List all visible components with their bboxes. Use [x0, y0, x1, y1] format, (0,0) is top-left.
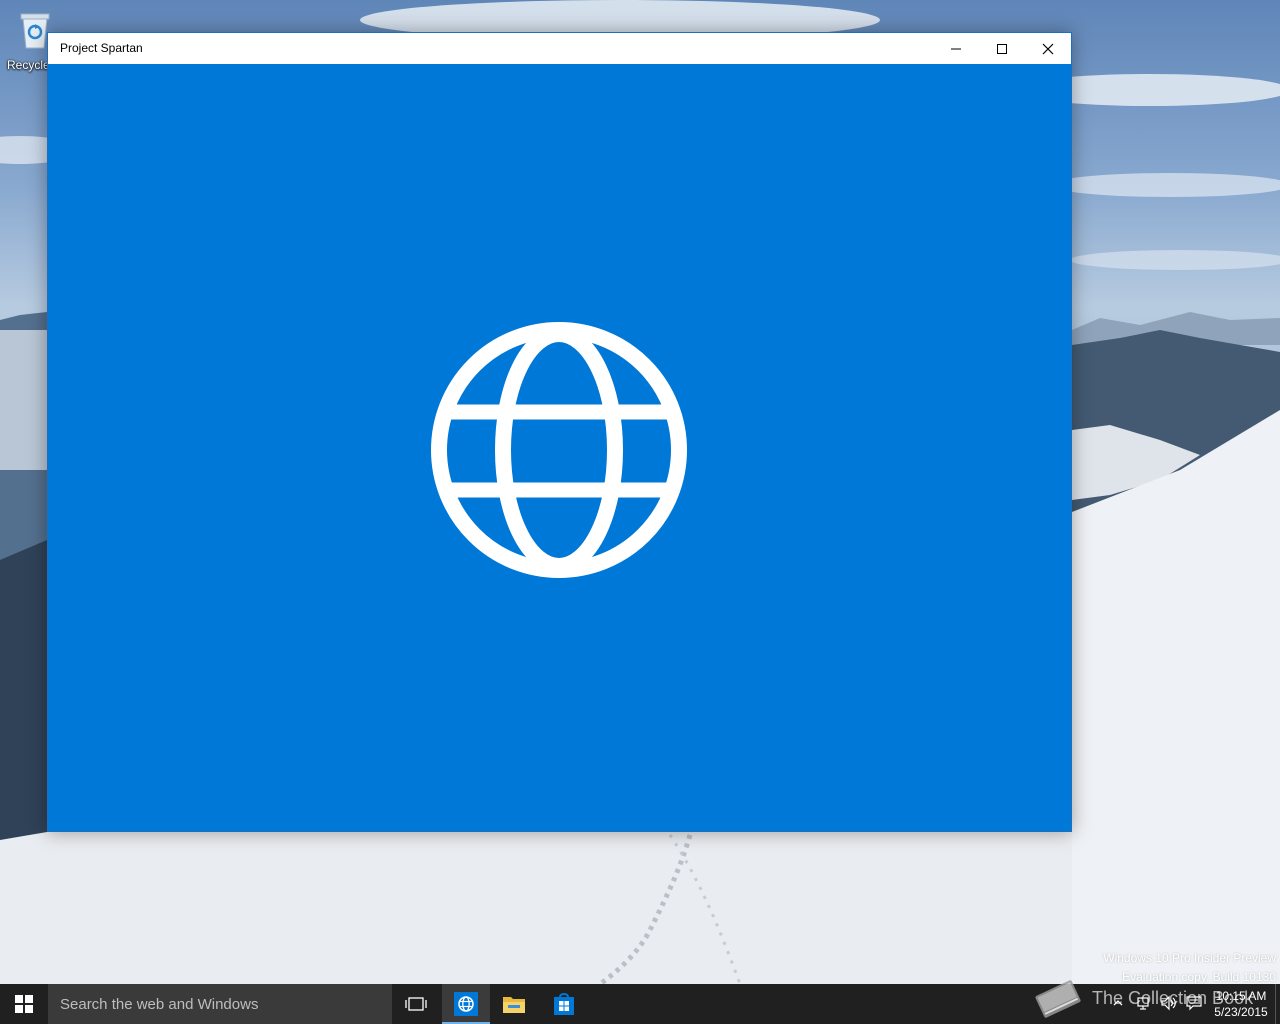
desktop: Recycle Project Spartan Windows 10 Pro I…: [0, 0, 1280, 1024]
clock-time: 10:15 AM: [1215, 989, 1267, 1003]
search-input[interactable]: [48, 984, 392, 1024]
minimize-button[interactable]: [933, 33, 979, 64]
book-logo-icon: [1035, 980, 1081, 1018]
close-icon: [1042, 43, 1054, 54]
close-button[interactable]: [1025, 33, 1071, 64]
app-window: Project Spartan: [47, 32, 1072, 832]
start-button[interactable]: [0, 984, 48, 1024]
splash-screen: [48, 64, 1071, 831]
taskbar-app-store[interactable]: [540, 984, 588, 1024]
taskbar-app-project-spartan[interactable]: [442, 984, 490, 1024]
taskbar: [0, 984, 1280, 1024]
os-watermark: Windows 10 Pro Insider Preview Evaluatio…: [1103, 949, 1276, 987]
show-desktop-button[interactable]: [1275, 984, 1280, 1024]
title-bar[interactable]: Project Spartan: [48, 33, 1071, 64]
network-icon[interactable]: [1136, 995, 1152, 1011]
task-view-icon: [405, 997, 427, 1011]
window-title: Project Spartan: [60, 41, 143, 55]
maximize-button[interactable]: [979, 33, 1025, 64]
windows-logo-icon: [15, 995, 33, 1013]
chevron-up-icon[interactable]: [1113, 998, 1123, 1008]
taskbar-app-file-explorer[interactable]: [490, 984, 538, 1024]
desktop-icon-label: Recycle: [7, 58, 50, 72]
globe-icon: [431, 322, 687, 578]
task-view-button[interactable]: [392, 984, 440, 1024]
clock-date: 5/23/2015: [1214, 1005, 1268, 1019]
maximize-icon: [997, 43, 1007, 54]
search-box[interactable]: [48, 984, 392, 1024]
globe-icon: [454, 992, 478, 1016]
volume-icon[interactable]: [1160, 995, 1178, 1011]
watermark-edition: Windows 10 Pro Insider Preview: [1103, 951, 1276, 965]
action-center-icon[interactable]: [1185, 995, 1203, 1011]
folder-icon: [503, 997, 525, 1013]
taskbar-clock[interactable]: 10:15 AM 5/23/2015: [1208, 988, 1274, 1020]
store-icon: [554, 993, 574, 1015]
minimize-icon: [951, 48, 961, 49]
